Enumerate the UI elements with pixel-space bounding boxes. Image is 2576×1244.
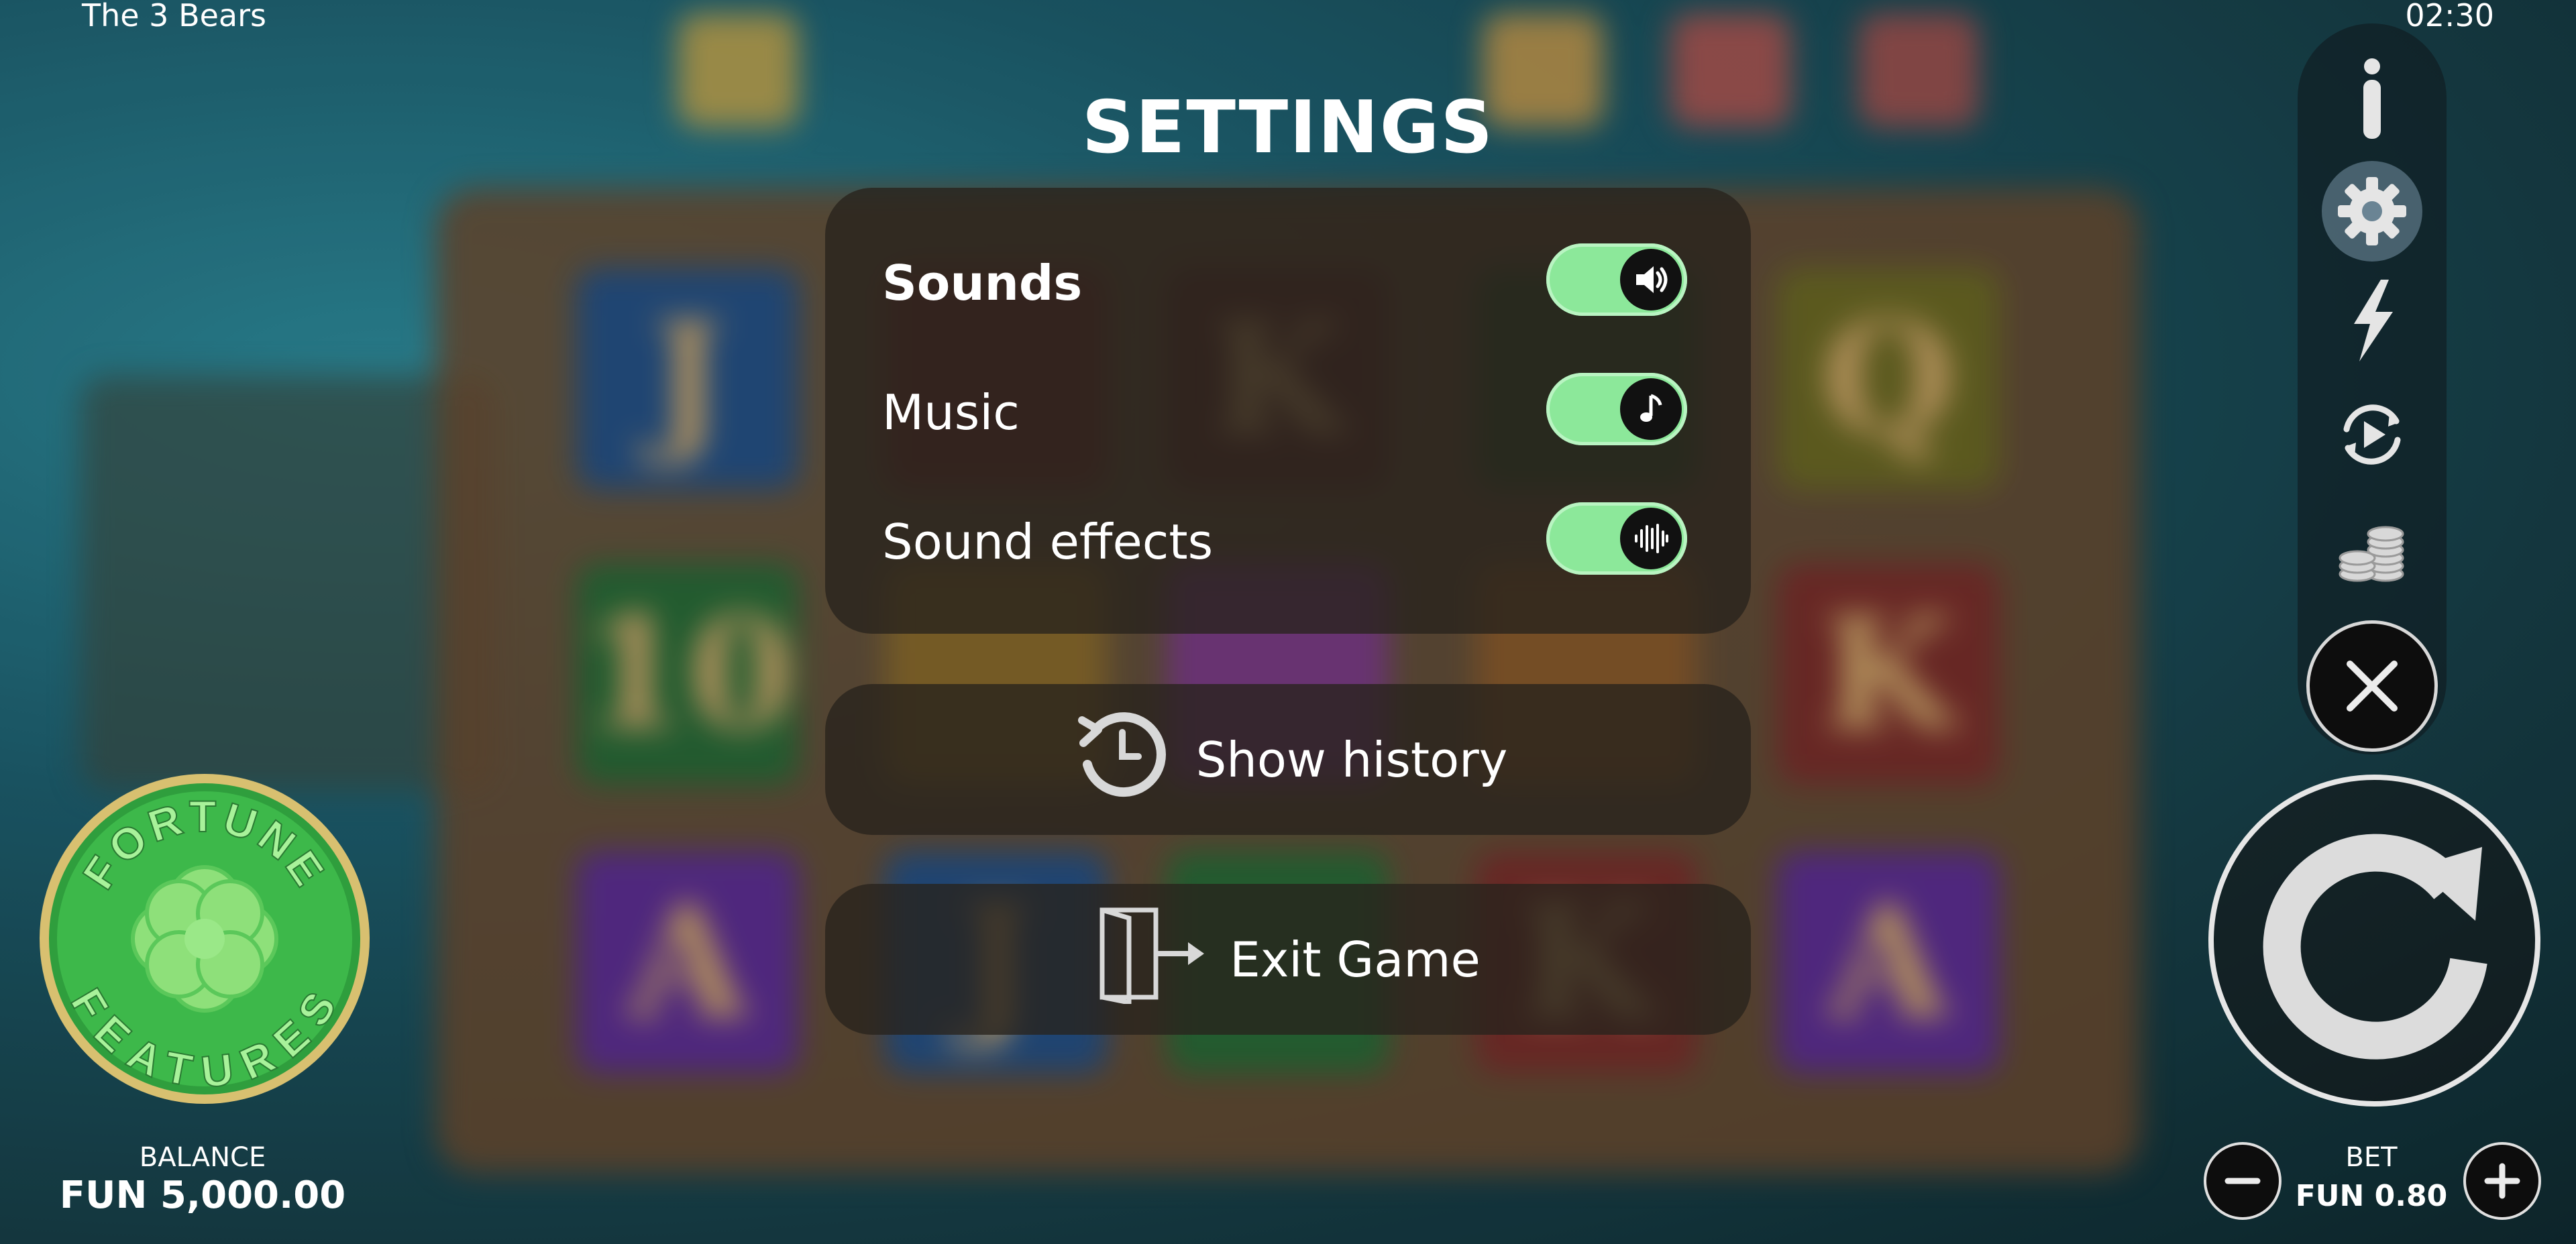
settings-gear-icon[interactable] [2322, 161, 2422, 262]
exit-door-icon [1095, 903, 1210, 1015]
history-icon [1069, 700, 1176, 819]
spin-button[interactable] [2208, 775, 2540, 1107]
balance-label: BALANCE [139, 1142, 266, 1173]
audio-settings-panel: Sounds Music Sound effects [825, 188, 1751, 634]
bet-value: FUN 0.80 [2295, 1179, 2448, 1213]
decrease-bet-button[interactable] [2204, 1142, 2282, 1220]
settings-title: SETTINGS [1081, 86, 1495, 170]
plus-icon [2484, 1163, 2520, 1199]
sound-wave-icon [1620, 508, 1682, 569]
spin-arrow-icon [2263, 834, 2487, 1060]
close-icon [2347, 661, 2398, 712]
game-title: The 3 Bears [82, 0, 266, 34]
sound-effects-toggle[interactable] [1546, 502, 1687, 575]
music-row: Music [882, 371, 1687, 451]
exit-game-button[interactable]: Exit Game [825, 884, 1751, 1035]
sounds-row: Sounds [882, 241, 1687, 322]
music-note-icon [1620, 378, 1682, 440]
sounds-label: Sounds [882, 255, 1083, 311]
clock: 02:30 [2405, 0, 2494, 34]
close-button[interactable] [2306, 620, 2438, 752]
show-history-label: Show history [1195, 731, 1508, 788]
side-toolbar [2298, 23, 2447, 754]
sounds-toggle[interactable] [1546, 243, 1687, 316]
balance-value: FUN 5,000.00 [59, 1174, 346, 1217]
music-toggle[interactable] [1546, 373, 1687, 445]
info-icon[interactable] [2322, 50, 2422, 151]
coins-icon[interactable] [2322, 500, 2422, 600]
lightning-icon[interactable] [2322, 270, 2422, 371]
sound-effects-row: Sound effects [882, 500, 1687, 581]
minus-icon [2224, 1178, 2261, 1184]
bet-label: BET [2345, 1142, 2398, 1173]
music-label: Music [882, 384, 1020, 441]
autoplay-icon[interactable] [2322, 384, 2422, 485]
fortune-features-button[interactable]: FORTUNE FEATURES [37, 771, 372, 1107]
speaker-icon [1620, 249, 1682, 310]
increase-bet-button[interactable] [2463, 1142, 2541, 1220]
show-history-button[interactable]: Show history [825, 684, 1751, 835]
sound-effects-label: Sound effects [882, 514, 1214, 570]
exit-game-label: Exit Game [1230, 931, 1481, 988]
